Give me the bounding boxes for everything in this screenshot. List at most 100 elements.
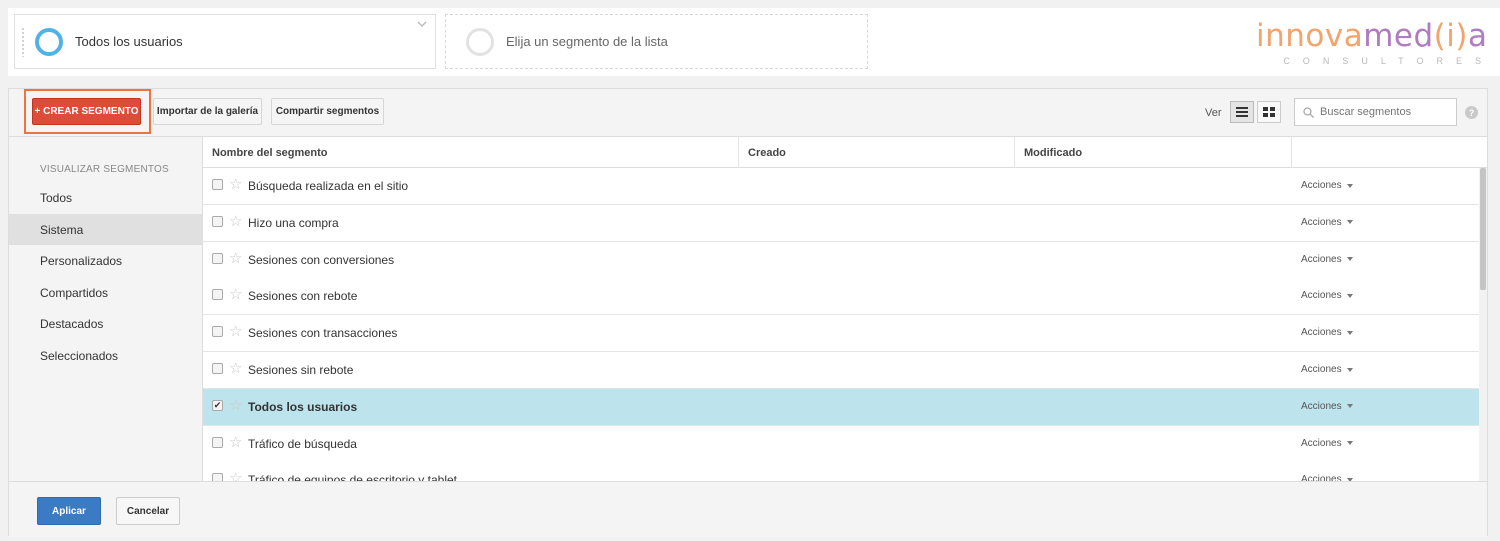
actions-label: Acciones — [1301, 290, 1342, 302]
column-header-modified[interactable]: Modificado — [1015, 137, 1292, 168]
actions-dropdown[interactable]: Acciones — [1301, 474, 1353, 481]
brand-logo: innovamed(i)a CONSULTORES — [1256, 18, 1488, 66]
create-segment-button[interactable]: + CREAR SEGMENTO — [32, 98, 141, 125]
table-row[interactable]: ☆ Sesiones con conversiones Acciones — [203, 241, 1479, 279]
cancel-button[interactable]: Cancelar — [116, 497, 180, 525]
caret-down-icon — [1346, 257, 1353, 262]
row-checkbox[interactable] — [212, 215, 223, 227]
segment-name: Sesiones sin rebote — [248, 363, 354, 377]
list-view-button[interactable] — [1230, 101, 1254, 123]
segment-name: Hizo una compra — [248, 215, 339, 230]
column-header-created[interactable]: Creado — [739, 137, 1015, 168]
logo-subtitle: CONSULTORES — [1283, 56, 1494, 66]
table-row[interactable]: ✔ ☆ Todos los usuarios Acciones — [203, 388, 1479, 426]
caret-down-icon — [1346, 330, 1353, 335]
actions-dropdown[interactable]: Acciones — [1301, 254, 1353, 265]
column-header-actions — [1292, 137, 1487, 168]
sidebar-item-destacados[interactable]: Destacados — [9, 308, 202, 339]
column-header-name[interactable]: Nombre del segmento — [203, 137, 739, 168]
row-checkbox[interactable] — [212, 363, 223, 374]
actions-dropdown[interactable]: Acciones — [1301, 327, 1353, 338]
star-icon[interactable]: ☆ — [229, 397, 242, 414]
actions-dropdown[interactable]: Acciones — [1301, 290, 1353, 301]
segment-bar: Todos los usuarios Elija un segmento de … — [8, 8, 1500, 76]
table-row[interactable]: ☆ Tráfico de equipos de escritorio y tabl… — [203, 462, 1479, 481]
star-icon[interactable]: ☆ — [229, 213, 242, 230]
star-icon[interactable]: ☆ — [229, 470, 242, 481]
help-icon[interactable]: ? — [1465, 106, 1478, 119]
actions-dropdown[interactable]: Acciones — [1301, 217, 1353, 228]
actions-label: Acciones — [1301, 364, 1342, 375]
star-icon[interactable]: ☆ — [229, 434, 242, 451]
row-checkbox[interactable] — [212, 473, 223, 481]
sidebar-item-todos[interactable]: Todos — [9, 182, 202, 213]
actions-dropdown[interactable]: Acciones — [1301, 438, 1353, 449]
empty-segment-label: Elija un segmento de la lista — [506, 34, 668, 49]
star-icon[interactable]: ☆ — [229, 360, 242, 377]
row-checkbox[interactable] — [212, 289, 223, 301]
row-checkbox[interactable] — [212, 252, 223, 264]
sidebar-item-seleccionados[interactable]: Seleccionados — [9, 340, 202, 371]
segment-name: Sesiones con rebote — [248, 289, 358, 304]
row-checkbox[interactable] — [212, 179, 223, 190]
grid-view-button[interactable] — [1257, 101, 1281, 123]
star-icon[interactable]: ☆ — [229, 176, 242, 193]
table-row[interactable]: ☆ Búsqueda realizada en el sitio Acciones — [203, 168, 1479, 205]
toolbar: + CREAR SEGMENTO Importar de la galería … — [9, 89, 1487, 137]
sidebar-item-personalizados[interactable]: Personalizados — [9, 245, 202, 276]
segment-name: Búsqueda realizada en el sitio — [248, 179, 409, 193]
sidebar-item-compartidos[interactable]: Compartidos — [9, 277, 202, 308]
segment-name: Sesiones con transacciones — [248, 326, 398, 341]
table-row[interactable]: ☆ Sesiones con transacciones Acciones — [203, 315, 1479, 353]
drag-handle-icon[interactable] — [21, 27, 25, 57]
star-icon[interactable]: ☆ — [229, 286, 242, 303]
table-row[interactable]: ☆ Hizo una compra Acciones — [203, 204, 1479, 242]
table-row[interactable]: ☆ Tráfico de búsqueda Acciones — [203, 425, 1479, 463]
segments-table: Nombre del segmento Creado Modificado ☆ B… — [203, 137, 1487, 481]
actions-dropdown[interactable]: Acciones — [1301, 180, 1353, 191]
import-gallery-button[interactable]: Importar de la galería — [153, 98, 262, 125]
table-row[interactable]: ☆ Sesiones con rebote Acciones — [203, 278, 1479, 316]
active-segment-label: Todos los usuarios — [75, 34, 183, 49]
share-segments-button[interactable]: Compartir segmentos — [271, 98, 384, 125]
table-row[interactable]: ☆ Sesiones sin rebote Acciones — [203, 352, 1479, 389]
actions-label: Acciones — [1301, 437, 1342, 449]
list-icon — [1236, 107, 1248, 117]
sidebar-heading: VISUALIZAR SEGMENTOS — [40, 164, 169, 175]
caret-down-icon — [1346, 293, 1353, 298]
actions-label: Acciones — [1301, 180, 1342, 191]
apply-button[interactable]: Aplicar — [37, 497, 101, 525]
row-checkbox[interactable] — [212, 436, 223, 448]
row-checkbox[interactable] — [212, 326, 223, 338]
segment-ring-icon — [35, 27, 63, 56]
search-box[interactable] — [1294, 98, 1457, 126]
caret-down-icon — [1346, 220, 1353, 225]
scrollbar-thumb[interactable] — [1480, 168, 1486, 290]
table-header: Nombre del segmento Creado Modificado — [203, 137, 1487, 168]
row-checkbox[interactable]: ✔ — [212, 399, 223, 411]
caret-down-icon — [1346, 183, 1353, 188]
active-segment-card[interactable]: Todos los usuarios — [14, 14, 436, 69]
actions-label: Acciones — [1301, 474, 1342, 481]
actions-dropdown[interactable]: Acciones — [1301, 401, 1353, 412]
search-icon — [1303, 106, 1314, 118]
actions-label: Acciones — [1301, 327, 1342, 339]
empty-segment-slot[interactable]: Elija un segmento de la lista — [445, 14, 868, 69]
star-icon[interactable]: ☆ — [229, 323, 242, 340]
scrollbar[interactable] — [1479, 168, 1487, 481]
caret-down-icon — [1346, 441, 1353, 446]
sidebar: VISUALIZAR SEGMENTOS Todos Sistema Perso… — [9, 137, 203, 481]
segments-panel: + CREAR SEGMENTO Importar de la galería … — [8, 88, 1488, 537]
grid-icon — [1263, 107, 1275, 117]
star-icon[interactable]: ☆ — [229, 250, 242, 267]
chevron-down-icon[interactable] — [417, 19, 427, 29]
footer: Aplicar Cancelar — [9, 481, 1487, 537]
logo-wordmark: innovamed(i)a — [1256, 18, 1488, 54]
segment-name: Sesiones con conversiones — [248, 252, 395, 267]
segment-name: Tráfico de equipos de escritorio y table… — [248, 473, 457, 481]
actions-dropdown[interactable]: Acciones — [1301, 364, 1353, 375]
actions-label: Acciones — [1301, 400, 1342, 412]
sidebar-item-sistema[interactable]: Sistema — [9, 214, 202, 245]
search-input[interactable] — [1320, 106, 1450, 118]
caret-down-icon — [1346, 404, 1353, 409]
